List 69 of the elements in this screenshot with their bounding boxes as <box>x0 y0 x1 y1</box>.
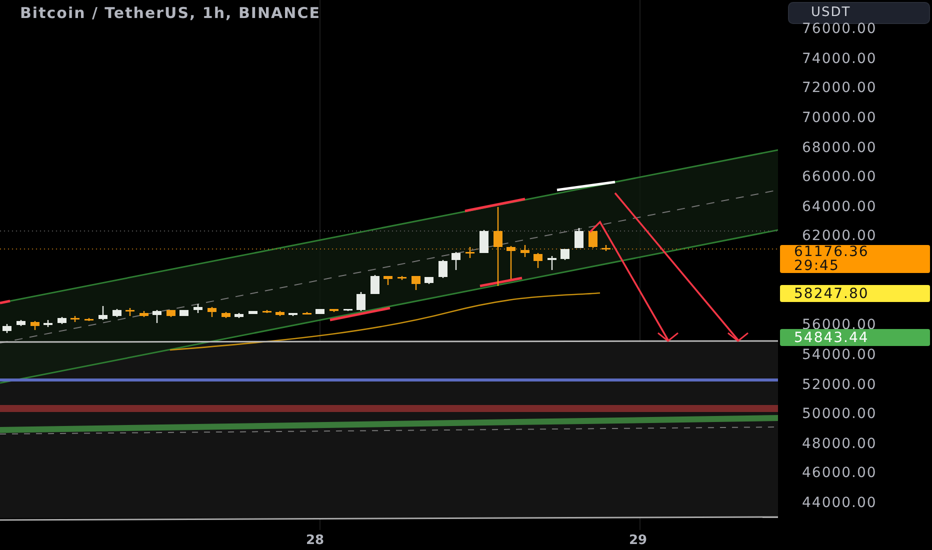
price-label: 61176.36 29:45 <box>780 245 930 273</box>
candle <box>574 228 584 248</box>
candle <box>560 249 570 260</box>
highlight-segment <box>464 198 526 212</box>
price-tick: 62000.00 <box>802 228 877 244</box>
candle <box>356 292 366 311</box>
candle <box>44 320 52 327</box>
candle <box>602 245 610 251</box>
candle <box>424 277 434 284</box>
candle <box>302 312 312 314</box>
price-tick: 54000.00 <box>802 346 877 363</box>
candle <box>384 276 392 285</box>
candle <box>276 311 284 316</box>
candle <box>208 307 216 317</box>
price-label: 54843.44 <box>780 329 930 346</box>
highlight-segment <box>480 276 522 288</box>
price-tick: 70000.00 <box>802 110 877 126</box>
price-tick: 68000.00 <box>802 140 877 156</box>
price-tick: 46000.00 <box>802 465 877 482</box>
candle <box>180 310 188 316</box>
price-tick: 48000.00 <box>802 436 877 452</box>
candle <box>58 317 66 324</box>
price-tick: 74000.00 <box>802 50 877 67</box>
price-tick: 72000.00 <box>802 80 877 96</box>
candle <box>248 311 258 314</box>
price-tick: 76000.00 <box>802 21 877 37</box>
highlight-segment <box>330 306 390 322</box>
candle <box>222 312 230 318</box>
price-tick: 52000.00 <box>802 376 877 392</box>
candle <box>412 276 420 290</box>
candle <box>506 246 516 279</box>
candle <box>84 318 94 321</box>
time-tick: 29 <box>629 532 648 550</box>
candle <box>126 308 134 316</box>
price-label: 58247.80 <box>780 285 930 302</box>
time-tick: 28 <box>306 532 324 550</box>
candle <box>70 316 80 322</box>
chart-title: Bitcoin / TetherUS, 1h, BINANCE <box>20 3 320 24</box>
candle <box>234 313 244 318</box>
candle <box>152 310 162 323</box>
candle <box>2 324 12 333</box>
candle <box>480 230 488 253</box>
candle <box>520 245 530 257</box>
price-tick: 64000.00 <box>802 198 877 215</box>
candle <box>548 256 556 270</box>
candle <box>262 310 272 313</box>
candle <box>288 313 298 316</box>
candle <box>98 306 108 320</box>
candle <box>398 276 406 280</box>
candle <box>588 231 598 248</box>
candle <box>534 253 542 268</box>
price-tick: 66000.00 <box>802 169 877 186</box>
price-tick: 44000.00 <box>802 495 877 511</box>
candle <box>140 311 148 317</box>
highlight-segment <box>556 180 616 192</box>
candle <box>370 275 380 294</box>
candle <box>30 321 40 330</box>
currency-button[interactable]: USDT <box>788 2 930 24</box>
candle <box>438 260 448 278</box>
candle <box>166 310 176 317</box>
price-tick: 50000.00 <box>802 406 877 422</box>
candle <box>466 247 474 258</box>
candle <box>16 320 26 326</box>
candle <box>330 309 338 312</box>
candle <box>316 309 324 314</box>
candle <box>452 252 460 270</box>
highlight-segment <box>0 300 10 304</box>
candle <box>194 304 202 313</box>
candle <box>112 309 122 317</box>
